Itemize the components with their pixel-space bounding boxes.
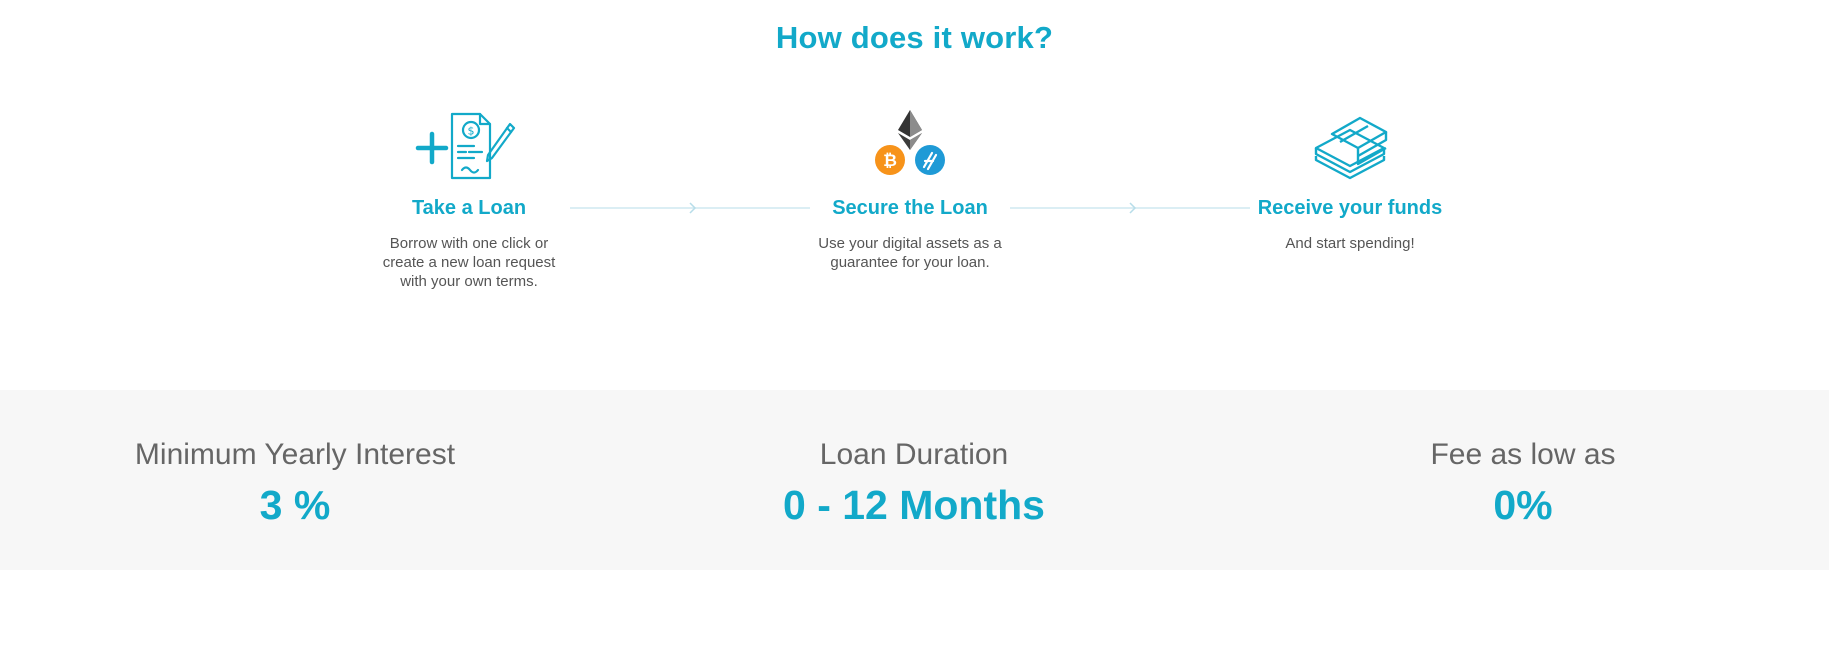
step-take-loan: $ Take a Loan Borrow with one click or c… — [359, 108, 579, 291]
steps-row: $ Take a Loan Borrow with one click or c… — [0, 108, 1829, 308]
svg-text:₿: ₿ — [883, 151, 897, 171]
section-title: How does it work? — [775, 20, 1054, 55]
stat-fee: Fee as low as 0% — [1273, 438, 1773, 529]
loan-document-icon: $ — [359, 108, 579, 182]
stat-label: Minimum Yearly Interest — [134, 438, 456, 471]
stat-label: Loan Duration — [819, 438, 1009, 471]
step-title: Secure the Loan — [832, 197, 988, 219]
step-description: And start spending! — [1285, 235, 1415, 252]
bitcoin-icon: ₿ — [875, 145, 905, 175]
how-it-works-page: How does it work? $ Take a Loan Borrow w… — [0, 0, 1829, 651]
ethereum-icon — [898, 110, 922, 150]
step-title: Receive your funds — [1257, 197, 1443, 219]
stat-value: 0 - 12 Months — [783, 482, 1045, 528]
step-description: Use your digital assets as a guarantee f… — [818, 235, 1002, 271]
stat-minimum-yearly-interest: Minimum Yearly Interest 3 % — [45, 438, 545, 529]
stat-value: 0% — [1493, 482, 1553, 528]
step-connector-arrow — [570, 202, 810, 214]
step-title: Take a Loan — [411, 197, 527, 219]
svg-text:$: $ — [468, 125, 475, 138]
stat-loan-duration: Loan Duration 0 - 12 Months — [664, 438, 1164, 529]
stat-value: 3 % — [259, 482, 331, 528]
token-icon — [915, 145, 945, 175]
step-description: Borrow with one click or create a new lo… — [382, 235, 556, 290]
money-stack-icon — [1240, 108, 1460, 182]
step-connector-arrow — [1010, 202, 1250, 214]
step-receive-funds: Receive your funds And start spending! — [1240, 108, 1460, 253]
stats-band: Minimum Yearly Interest 3 % Loan Duratio… — [0, 390, 1829, 570]
crypto-assets-icon: ₿ — [800, 108, 1020, 182]
step-secure-loan: ₿ Secure the Loan Use your digital asset… — [800, 108, 1020, 272]
stat-label: Fee as low as — [1430, 438, 1616, 471]
